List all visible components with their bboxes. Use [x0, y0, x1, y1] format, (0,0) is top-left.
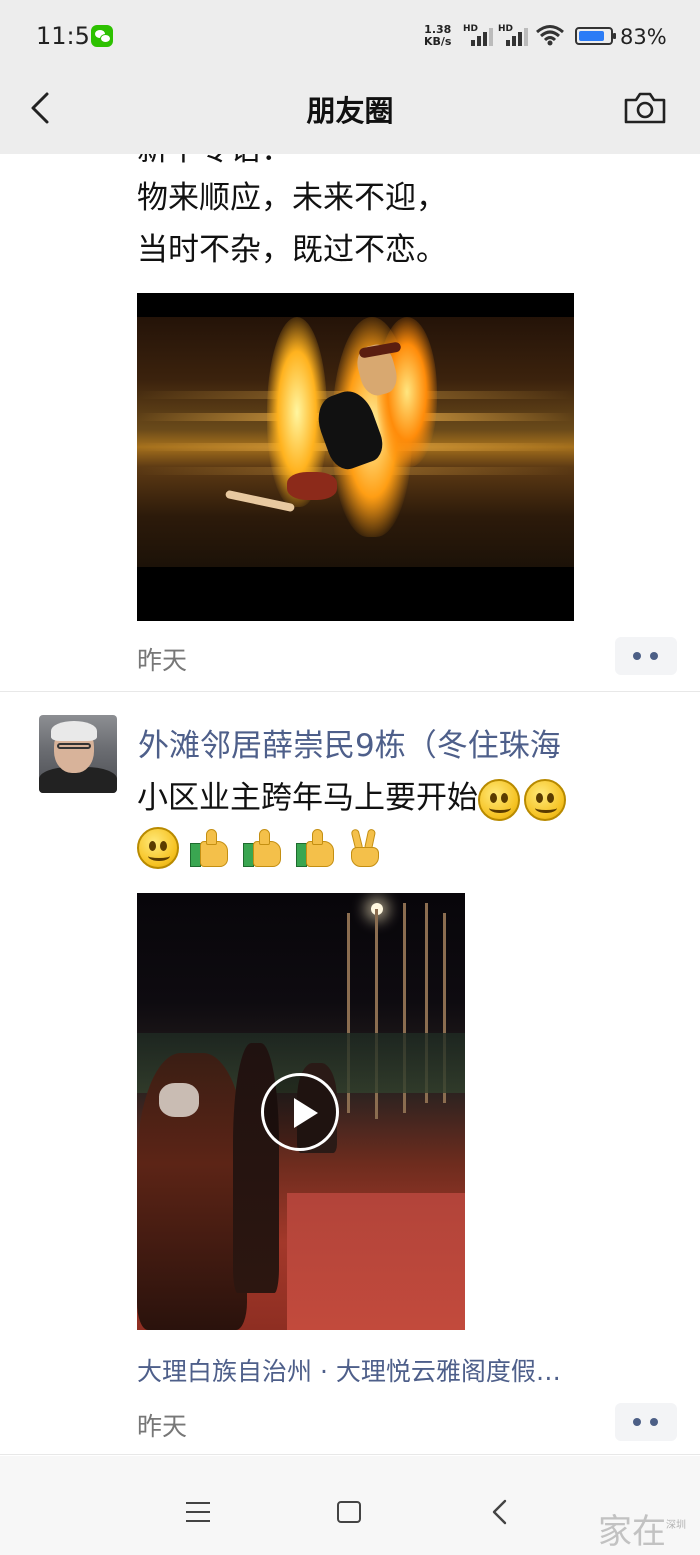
post-2-text-content: 小区业主跨年马上要开始 [137, 780, 478, 816]
avatar[interactable] [39, 715, 117, 793]
watermark-small-text: 深圳 [666, 1520, 686, 1531]
camera-icon[interactable] [622, 88, 668, 128]
thumbs-up-emoji-icon [241, 827, 285, 869]
smile-emoji-icon [478, 778, 520, 821]
post-1-text-line-2: 当时不杂，既过不恋。 [137, 232, 447, 268]
signal-2-icon: HD [498, 24, 528, 46]
signal-1-icon: HD [463, 24, 493, 46]
post-divider [0, 691, 700, 692]
thumbs-up-emoji-icon [188, 827, 232, 869]
home-icon[interactable] [337, 1501, 361, 1523]
nav-bar: 朋友圈 [0, 72, 700, 154]
wechat-icon [91, 25, 113, 47]
smile-emoji-icon [137, 827, 179, 869]
post-1-more-button[interactable] [615, 637, 677, 675]
post-1-text-line-1: 物来顺应，未来不迎， [137, 180, 447, 216]
smile-emoji-icon [524, 778, 566, 821]
post-2-video[interactable] [137, 893, 465, 1330]
battery-fill [579, 31, 604, 41]
status-bar: 11:51 1.38 KB/s HD HD 83% [0, 0, 700, 72]
post-2-text: 小区业主跨年马上要开始 [137, 772, 570, 824]
signal-2-label: HD [498, 24, 514, 34]
battery-icon [575, 27, 616, 45]
battery-percent: 83% [620, 25, 667, 49]
post-2-location[interactable]: 大理白族自治州 · 大理悦云雅阁度假… [137, 1352, 561, 1388]
moments-feed[interactable]: 新中专语： 物来顺应，未来不迎， 当时不杂，既过不恋。 昨天 [0, 154, 700, 1456]
play-button[interactable] [261, 1073, 339, 1151]
menu-icon[interactable] [186, 1502, 210, 1522]
post-divider [0, 1454, 700, 1455]
post-1-timestamp: 昨天 [137, 646, 188, 675]
thumbs-up-emoji-icon [294, 827, 338, 869]
post-2-emoji-row [137, 827, 383, 869]
post-2-author[interactable]: 外滩邻居薛崇民9栋（冬住珠海 [138, 720, 561, 765]
watermark-logo: 家在 [598, 1512, 666, 1552]
signal-1-label: HD [463, 24, 479, 34]
post-2-timestamp: 昨天 [137, 1412, 188, 1441]
animation-scene [137, 317, 574, 567]
network-speed: 1.38 KB/s [424, 24, 451, 48]
back-icon[interactable] [488, 1498, 512, 1526]
post-1-video-thumbnail[interactable] [137, 293, 574, 621]
post-2-more-button[interactable] [615, 1403, 677, 1441]
victory-emoji-icon [347, 827, 383, 869]
wifi-icon [536, 25, 564, 46]
network-speed-unit: KB/s [424, 35, 452, 48]
page-title: 朋友圈 [306, 94, 394, 128]
system-nav-bar [0, 1456, 700, 1555]
play-icon [294, 1098, 318, 1128]
